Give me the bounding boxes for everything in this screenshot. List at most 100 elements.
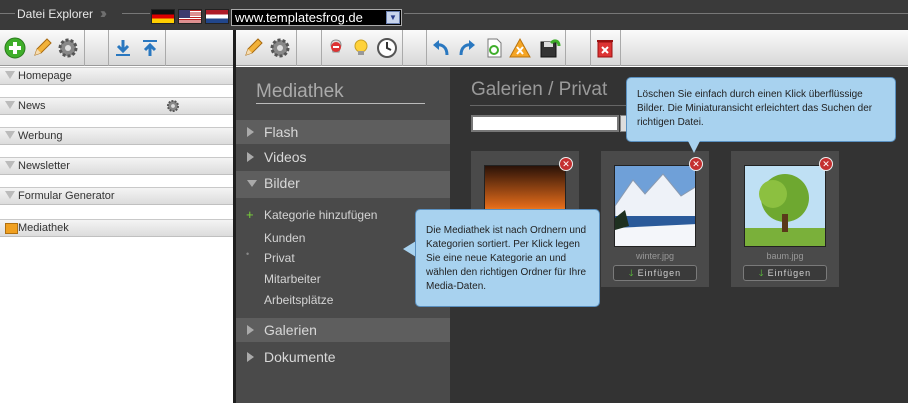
tooltip-arrow <box>688 141 700 153</box>
image-filename: winter.jpg <box>635 251 675 261</box>
top-bar-line-left <box>0 13 15 14</box>
tree-item-werbung[interactable]: Werbung <box>0 127 233 145</box>
download-icon[interactable] <box>110 34 136 62</box>
category-label: Dokumente <box>264 349 336 365</box>
settings-gear-icon[interactable] <box>267 34 293 62</box>
toolbar-separator <box>620 30 621 66</box>
add-category-link[interactable]: Kategorie hinzufügen <box>264 208 377 222</box>
document-icon[interactable] <box>481 34 507 62</box>
bullet-icon: • <box>246 249 250 259</box>
category-bilder[interactable]: Bilder <box>236 171 450 198</box>
title-underline <box>256 103 425 104</box>
site-select[interactable]: www.templatesfrog.de ▼ <box>231 9 402 26</box>
file-tree-panel: Homepage News Werbung Newsletter Formula… <box>0 67 233 403</box>
save-icon[interactable] <box>537 34 563 62</box>
tree-item-label: Mediathek <box>18 222 69 234</box>
tree-item-label: Newsletter <box>18 160 70 172</box>
category-label: Videos <box>264 149 307 165</box>
chevron-right-icon: ››› <box>100 5 107 22</box>
winter-image-thumbnail[interactable] <box>614 165 696 247</box>
expand-triangle-icon <box>247 325 254 335</box>
tree-item-label: Werbung <box>18 130 63 142</box>
arrow-down-icon: 🡓 <box>628 268 634 278</box>
app-title: Datei Explorer <box>17 7 94 21</box>
top-bar: Datei Explorer ››› www.templatesfrog.de … <box>0 0 908 30</box>
top-bar-line-mid <box>122 13 150 14</box>
mediathek-tooltip: Die Mediathek ist nach Ordnern und Kateg… <box>415 209 600 307</box>
insert-button[interactable]: 🡓 Einfügen <box>743 265 827 281</box>
gallery-search-input[interactable] <box>471 115 619 132</box>
tree-item-news[interactable]: News <box>0 97 233 115</box>
delete-image-icon[interactable]: ✕ <box>689 157 703 171</box>
add-icon[interactable] <box>2 34 28 62</box>
toolbar-separator <box>565 30 566 66</box>
delete-tooltip: Löschen Sie einfach durch einen Klick üb… <box>626 77 896 142</box>
toolbar-separator <box>296 30 297 66</box>
toolbar-separator <box>426 30 427 66</box>
panel-title: Mediathek <box>256 81 344 102</box>
image-filename: baum.jpg <box>766 251 804 261</box>
category-dokumente[interactable]: Dokumente <box>236 345 450 369</box>
dutch-flag-icon[interactable] <box>205 9 229 24</box>
collapse-triangle-icon <box>5 131 15 139</box>
folder-icon <box>5 223 18 234</box>
upload-icon[interactable] <box>137 34 163 62</box>
category-galerien[interactable]: Galerien <box>236 318 450 342</box>
redo-icon[interactable] <box>454 34 480 62</box>
image-card: ✕ winter.jpg 🡓 Einfügen <box>601 151 709 287</box>
tree-item-homepage[interactable]: Homepage <box>0 67 233 85</box>
collapse-triangle-icon <box>5 101 15 109</box>
toolbar-separator <box>590 30 591 66</box>
delete-image-icon[interactable]: ✕ <box>819 157 833 171</box>
tree-item-newsletter[interactable]: Newsletter <box>0 157 233 175</box>
top-bar-line-right <box>404 13 908 14</box>
toolbar-separator <box>108 30 109 66</box>
insert-label: Einfügen <box>637 268 682 278</box>
site-select-value: www.templatesfrog.de <box>235 10 363 25</box>
chevron-down-icon[interactable]: ▼ <box>386 11 400 24</box>
category-flash[interactable]: Flash <box>236 120 450 144</box>
subcategory-kunden[interactable]: Kunden <box>264 231 305 245</box>
insert-button[interactable]: 🡓 Einfügen <box>613 265 697 281</box>
tree-image-thumbnail[interactable] <box>744 165 826 247</box>
delete-x-icon[interactable] <box>507 34 533 62</box>
tree-item-formular-generator[interactable]: Formular Generator <box>0 187 233 205</box>
undo-icon[interactable] <box>428 34 454 62</box>
category-label: Bilder <box>264 175 300 191</box>
main-toolbar <box>236 30 908 66</box>
insert-label: Einfügen <box>767 268 812 278</box>
toolbar-separator <box>165 30 166 66</box>
deactivate-icon[interactable] <box>323 34 349 62</box>
gallery-title: Galerien / Privat <box>471 79 608 100</box>
subcategory-mitarbeiter[interactable]: Mitarbeiter <box>264 272 321 286</box>
toolbar-separator <box>84 30 85 66</box>
plus-icon: + <box>246 207 254 222</box>
settings-gear-icon[interactable] <box>166 99 180 118</box>
subcategory-arbeitsplaetze[interactable]: Arbeitsplätze <box>264 293 333 307</box>
settings-gear-icon[interactable] <box>55 34 81 62</box>
delete-image-icon[interactable]: ✕ <box>559 157 573 171</box>
clock-icon[interactable] <box>374 34 400 62</box>
expand-triangle-icon <box>247 352 254 362</box>
us-flag-icon[interactable] <box>178 9 202 24</box>
lightbulb-icon[interactable] <box>348 34 374 62</box>
edit-pencil-icon[interactable] <box>29 34 55 62</box>
left-toolbar <box>0 30 233 66</box>
tree-item-mediathek[interactable]: Mediathek <box>0 219 233 237</box>
recycle-bin-icon[interactable] <box>592 34 618 62</box>
expand-triangle-icon <box>247 127 254 137</box>
category-videos[interactable]: Videos <box>236 145 450 169</box>
edit-pencil-icon[interactable] <box>240 34 266 62</box>
tree-item-label: Formular Generator <box>18 190 115 202</box>
toolbar-separator <box>402 30 403 66</box>
arrow-down-icon: 🡓 <box>758 268 764 278</box>
image-card: ✕ baum.jpg 🡓 Einfügen <box>731 151 839 287</box>
tree-item-label: News <box>18 100 46 112</box>
collapse-triangle-icon <box>5 161 15 169</box>
expand-triangle-icon <box>247 152 254 162</box>
collapse-triangle-icon <box>247 180 257 192</box>
german-flag-icon[interactable] <box>151 9 175 24</box>
collapse-triangle-icon <box>5 191 15 199</box>
category-label: Flash <box>264 124 299 140</box>
subcategory-privat[interactable]: Privat <box>264 251 295 265</box>
